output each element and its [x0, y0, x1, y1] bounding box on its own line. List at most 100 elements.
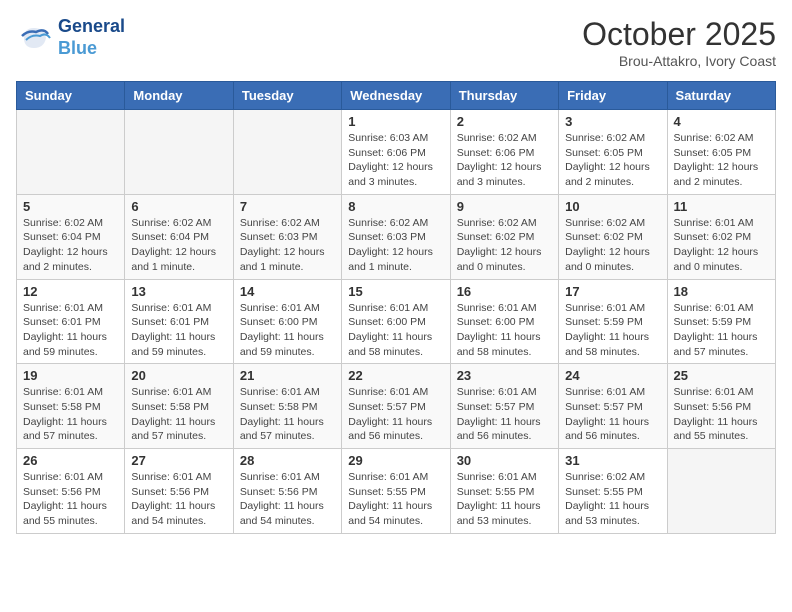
day-number: 6 [131, 199, 226, 214]
day-info: Sunrise: 6:01 AM Sunset: 5:59 PM Dayligh… [565, 301, 660, 360]
calendar-cell: 26Sunrise: 6:01 AM Sunset: 5:56 PM Dayli… [17, 449, 125, 534]
day-number: 2 [457, 114, 552, 129]
calendar-cell [17, 110, 125, 195]
calendar-cell: 21 Sunrise: 6:01 AM Sunset: 5:58 PM Dayli… [233, 364, 341, 449]
calendar-cell: 6 Sunrise: 6:02 AM Sunset: 6:04 PM Daylig… [125, 194, 233, 279]
day-info: Sunrise: 6:01 AM Sunset: 5:55 PM Dayligh… [457, 470, 552, 529]
day-number: 21 [240, 368, 335, 383]
calendar-week-2: 5Sunrise: 6:02 AM Sunset: 6:04 PM Daylig… [17, 194, 776, 279]
day-number: 29 [348, 453, 443, 468]
calendar-cell: 24 Sunrise: 6:01 AM Sunset: 5:57 PM Dayli… [559, 364, 667, 449]
calendar-cell: 31 Sunrise: 6:02 AM Sunset: 5:55 PM Dayli… [559, 449, 667, 534]
calendar-table: SundayMondayTuesdayWednesdayThursdayFrid… [16, 81, 776, 534]
day-number: 20 [131, 368, 226, 383]
day-number: 12 [23, 284, 118, 299]
calendar-cell: 16 Sunrise: 6:01 AM Sunset: 6:00 PM Dayli… [450, 279, 558, 364]
calendar-cell: 29 Sunrise: 6:01 AM Sunset: 5:55 PM Dayli… [342, 449, 450, 534]
calendar-cell: 12 Sunrise: 6:01 AM Sunset: 6:01 PM Dayli… [17, 279, 125, 364]
calendar-cell: 25 Sunrise: 6:01 AM Sunset: 5:56 PM Dayli… [667, 364, 775, 449]
day-number: 1 [348, 114, 443, 129]
weekday-header-friday: Friday [559, 82, 667, 110]
day-info: Sunrise: 6:01 AM Sunset: 5:58 PM Dayligh… [23, 385, 118, 444]
calendar-cell [125, 110, 233, 195]
logo: General Blue [16, 16, 125, 59]
day-number: 23 [457, 368, 552, 383]
day-info: Sunrise: 6:01 AM Sunset: 5:57 PM Dayligh… [457, 385, 552, 444]
day-number: 31 [565, 453, 660, 468]
calendar-cell: 17Sunrise: 6:01 AM Sunset: 5:59 PM Dayli… [559, 279, 667, 364]
day-number: 4 [674, 114, 769, 129]
calendar-cell: 19 Sunrise: 6:01 AM Sunset: 5:58 PM Dayli… [17, 364, 125, 449]
calendar-cell: 4 Sunrise: 6:02 AM Sunset: 6:05 PM Daylig… [667, 110, 775, 195]
day-info: Sunrise: 6:02 AM Sunset: 6:02 PM Dayligh… [457, 216, 552, 275]
calendar-cell: 3Sunrise: 6:02 AM Sunset: 6:05 PM Daylig… [559, 110, 667, 195]
day-number: 27 [131, 453, 226, 468]
day-number: 10 [565, 199, 660, 214]
calendar-cell: 1 Sunrise: 6:03 AM Sunset: 6:06 PM Daylig… [342, 110, 450, 195]
calendar-cell: 23 Sunrise: 6:01 AM Sunset: 5:57 PM Dayli… [450, 364, 558, 449]
calendar-cell: 7 Sunrise: 6:02 AM Sunset: 6:03 PM Daylig… [233, 194, 341, 279]
day-info: Sunrise: 6:01 AM Sunset: 6:00 PM Dayligh… [348, 301, 443, 360]
day-info: Sunrise: 6:01 AM Sunset: 5:58 PM Dayligh… [131, 385, 226, 444]
day-info: Sunrise: 6:01 AM Sunset: 6:00 PM Dayligh… [457, 301, 552, 360]
day-number: 30 [457, 453, 552, 468]
day-number: 7 [240, 199, 335, 214]
day-number: 14 [240, 284, 335, 299]
day-info: Sunrise: 6:01 AM Sunset: 5:56 PM Dayligh… [674, 385, 769, 444]
day-info: Sunrise: 6:02 AM Sunset: 6:02 PM Dayligh… [565, 216, 660, 275]
calendar-cell: 18Sunrise: 6:01 AM Sunset: 5:59 PM Dayli… [667, 279, 775, 364]
weekday-header-wednesday: Wednesday [342, 82, 450, 110]
weekday-header-monday: Monday [125, 82, 233, 110]
weekday-header-tuesday: Tuesday [233, 82, 341, 110]
day-number: 9 [457, 199, 552, 214]
day-number: 11 [674, 199, 769, 214]
day-number: 19 [23, 368, 118, 383]
calendar-cell: 11Sunrise: 6:01 AM Sunset: 6:02 PM Dayli… [667, 194, 775, 279]
day-number: 18 [674, 284, 769, 299]
day-number: 22 [348, 368, 443, 383]
calendar-week-1: 1 Sunrise: 6:03 AM Sunset: 6:06 PM Daylig… [17, 110, 776, 195]
calendar-cell [667, 449, 775, 534]
day-number: 16 [457, 284, 552, 299]
weekday-header-row: SundayMondayTuesdayWednesdayThursdayFrid… [17, 82, 776, 110]
day-info: Sunrise: 6:01 AM Sunset: 5:57 PM Dayligh… [565, 385, 660, 444]
calendar-week-4: 19 Sunrise: 6:01 AM Sunset: 5:58 PM Dayli… [17, 364, 776, 449]
day-info: Sunrise: 6:01 AM Sunset: 5:55 PM Dayligh… [348, 470, 443, 529]
calendar-week-5: 26Sunrise: 6:01 AM Sunset: 5:56 PM Dayli… [17, 449, 776, 534]
day-info: Sunrise: 6:02 AM Sunset: 6:05 PM Dayligh… [674, 131, 769, 190]
day-info: Sunrise: 6:02 AM Sunset: 6:03 PM Dayligh… [240, 216, 335, 275]
calendar-cell: 30 Sunrise: 6:01 AM Sunset: 5:55 PM Dayli… [450, 449, 558, 534]
calendar-cell: 13Sunrise: 6:01 AM Sunset: 6:01 PM Dayli… [125, 279, 233, 364]
day-number: 25 [674, 368, 769, 383]
calendar-cell: 20 Sunrise: 6:01 AM Sunset: 5:58 PM Dayli… [125, 364, 233, 449]
day-info: Sunrise: 6:03 AM Sunset: 6:06 PM Dayligh… [348, 131, 443, 190]
calendar-cell [233, 110, 341, 195]
calendar-cell: 27Sunrise: 6:01 AM Sunset: 5:56 PM Dayli… [125, 449, 233, 534]
calendar-week-3: 12 Sunrise: 6:01 AM Sunset: 6:01 PM Dayli… [17, 279, 776, 364]
day-info: Sunrise: 6:01 AM Sunset: 6:01 PM Dayligh… [23, 301, 118, 360]
day-number: 24 [565, 368, 660, 383]
calendar-cell: 8Sunrise: 6:02 AM Sunset: 6:03 PM Daylig… [342, 194, 450, 279]
day-info: Sunrise: 6:01 AM Sunset: 5:58 PM Dayligh… [240, 385, 335, 444]
calendar-cell: 14 Sunrise: 6:01 AM Sunset: 6:00 PM Dayli… [233, 279, 341, 364]
calendar-cell: 10 Sunrise: 6:02 AM Sunset: 6:02 PM Dayli… [559, 194, 667, 279]
logo-text: General Blue [58, 16, 125, 59]
logo-icon [16, 20, 52, 56]
weekday-header-saturday: Saturday [667, 82, 775, 110]
day-info: Sunrise: 6:01 AM Sunset: 6:00 PM Dayligh… [240, 301, 335, 360]
calendar-cell: 2Sunrise: 6:02 AM Sunset: 6:06 PM Daylig… [450, 110, 558, 195]
day-info: Sunrise: 6:02 AM Sunset: 6:04 PM Dayligh… [131, 216, 226, 275]
day-info: Sunrise: 6:02 AM Sunset: 6:05 PM Dayligh… [565, 131, 660, 190]
day-info: Sunrise: 6:02 AM Sunset: 6:04 PM Dayligh… [23, 216, 118, 275]
weekday-header-thursday: Thursday [450, 82, 558, 110]
day-number: 8 [348, 199, 443, 214]
day-number: 13 [131, 284, 226, 299]
day-number: 28 [240, 453, 335, 468]
calendar-cell: 9 Sunrise: 6:02 AM Sunset: 6:02 PM Daylig… [450, 194, 558, 279]
day-info: Sunrise: 6:01 AM Sunset: 5:56 PM Dayligh… [23, 470, 118, 529]
day-info: Sunrise: 6:01 AM Sunset: 5:57 PM Dayligh… [348, 385, 443, 444]
day-number: 15 [348, 284, 443, 299]
location: Brou-Attakro, Ivory Coast [582, 53, 776, 69]
title-area: October 2025 Brou-Attakro, Ivory Coast [582, 16, 776, 69]
day-info: Sunrise: 6:02 AM Sunset: 5:55 PM Dayligh… [565, 470, 660, 529]
